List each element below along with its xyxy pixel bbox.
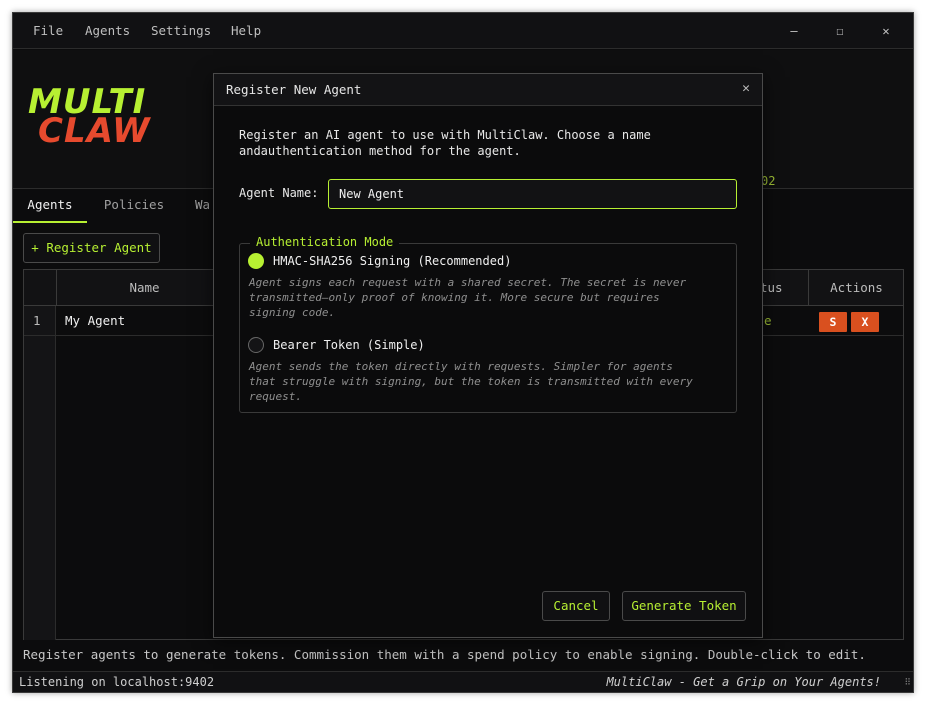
resize-grip-icon[interactable]: ⠿ bbox=[899, 679, 911, 692]
cancel-button[interactable]: Cancel bbox=[542, 591, 610, 621]
hmac-desc-line: transmitted—only proof of knowing it. Mo… bbox=[249, 291, 660, 304]
column-name[interactable]: Name bbox=[56, 270, 232, 306]
dialog-close-icon[interactable]: ✕ bbox=[742, 81, 750, 96]
hmac-option-description: Agent signs each request with a shared s… bbox=[249, 275, 729, 320]
agent-status-cell: e bbox=[764, 313, 772, 328]
menu-settings[interactable]: Settings bbox=[151, 13, 211, 49]
agent-name-label: Agent Name: bbox=[239, 186, 319, 200]
tab-agents[interactable]: Agents bbox=[13, 189, 87, 223]
agent-name-cell[interactable]: My Agent bbox=[65, 306, 125, 336]
register-agent-dialog: Register New Agent ✕ Register an AI agen… bbox=[213, 73, 763, 638]
menu-file[interactable]: File bbox=[33, 13, 63, 49]
row-number-gutter bbox=[24, 306, 56, 640]
column-actions[interactable]: Actions bbox=[808, 270, 904, 306]
description-line: Register an AI agent to use with MultiCl… bbox=[239, 128, 651, 142]
app-logo: MULTI CLAW bbox=[28, 85, 151, 151]
bearer-radio-button[interactable] bbox=[248, 337, 264, 353]
row-index: 1 bbox=[33, 313, 41, 328]
minimize-icon[interactable]: — bbox=[771, 13, 817, 49]
hint-text: Register agents to generate tokens. Comm… bbox=[23, 647, 866, 662]
description-line: andauthentication method for the agent. bbox=[239, 144, 521, 158]
maximize-icon[interactable]: ☐ bbox=[817, 13, 863, 49]
header-port-fragment: 02 bbox=[761, 174, 776, 188]
menu-help[interactable]: Help bbox=[231, 13, 261, 49]
agent-name-input[interactable] bbox=[328, 179, 737, 209]
tagline: MultiClaw - Get a Grip on Your Agents! bbox=[606, 675, 881, 689]
delete-agent-button[interactable]: X bbox=[851, 312, 879, 332]
app-window: File Agents Settings Help — ☐ ✕ MULTI CL… bbox=[12, 12, 914, 693]
bearer-desc-line: request. bbox=[249, 390, 302, 403]
dialog-description: Register an AI agent to use with MultiCl… bbox=[239, 127, 709, 159]
register-agent-button[interactable]: + Register Agent bbox=[23, 233, 160, 263]
dialog-title-bar: Register New Agent ✕ bbox=[214, 74, 762, 106]
hmac-option-label[interactable]: HMAC-SHA256 Signing (Recommended) bbox=[273, 254, 511, 268]
listening-status: Listening on localhost:9402 bbox=[19, 675, 215, 689]
generate-token-button[interactable]: Generate Token bbox=[622, 591, 746, 621]
close-window-icon[interactable]: ✕ bbox=[863, 13, 909, 49]
bearer-option-description: Agent sends the token directly with requ… bbox=[249, 359, 729, 404]
hmac-desc-line: signing code. bbox=[249, 306, 336, 319]
tab-policies[interactable]: Policies bbox=[89, 189, 179, 223]
logo-line-claw: CLAW bbox=[38, 111, 151, 151]
hmac-desc-line: Agent signs each request with a shared s… bbox=[249, 276, 687, 289]
menu-bar: File Agents Settings Help — ☐ ✕ bbox=[13, 13, 913, 49]
bearer-desc-line: that struggle with signing, but the toke… bbox=[249, 375, 693, 388]
auth-mode-legend: Authentication Mode bbox=[250, 235, 400, 249]
menu-agents[interactable]: Agents bbox=[85, 13, 130, 49]
start-signing-button[interactable]: S bbox=[819, 312, 847, 332]
hmac-radio-button[interactable] bbox=[248, 253, 264, 269]
dialog-title: Register New Agent bbox=[226, 82, 362, 97]
bearer-option-label[interactable]: Bearer Token (Simple) bbox=[273, 338, 425, 352]
bearer-desc-line: Agent sends the token directly with requ… bbox=[249, 360, 673, 373]
status-bar: Listening on localhost:9402 MultiClaw - … bbox=[13, 671, 913, 692]
auth-mode-group: Authentication Mode HMAC-SHA256 Signing … bbox=[239, 235, 737, 413]
